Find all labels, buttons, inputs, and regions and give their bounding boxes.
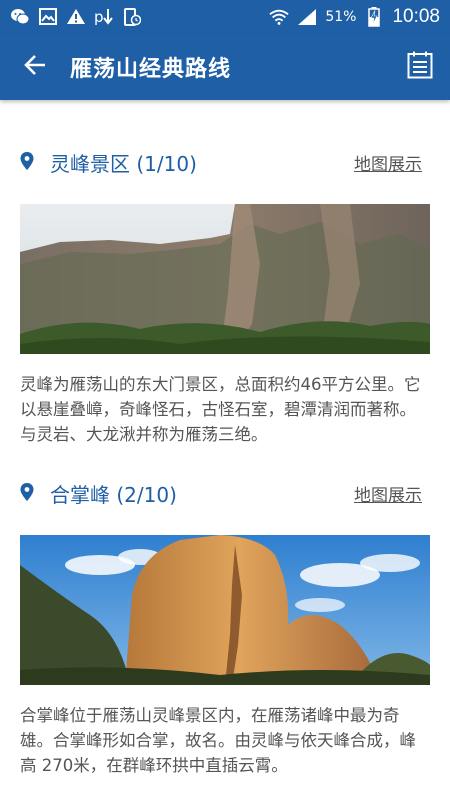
status-right-icons: 51% 10:08 [269,6,440,28]
list-item: 合掌峰 (2/10) 地图展示 合掌峰位于雁荡山灵峰景区内，在雁荡诸峰中最为奇雄… [0,450,450,800]
list-item: 灵峰景区 (1/10) 地图展示 灵峰为雁荡山的东大门景区，总面积约46平方公里… [0,100,450,450]
calendar-list-icon [407,51,433,83]
cliff-landscape-photo[interactable] [20,204,430,354]
clock-time: 10:08 [392,5,440,27]
calendar-list-button[interactable] [390,33,450,100]
spot-title: 合掌峰 (2/10) [50,482,177,507]
rock-peak-photo[interactable] [20,535,430,685]
status-left-icons: p [10,7,142,26]
app-bar: 雁荡山经典路线 [0,33,450,100]
phone-clock-icon [122,7,142,26]
status-bar: p 51% 10:08 [0,0,450,33]
location-pin-icon [20,483,36,503]
arrow-left-icon [23,53,47,81]
wechat-icon [10,8,30,26]
spot-description: 灵峰为雁荡山的东大门景区，总面积约46平方公里。它以悬崖叠嶂，奇峰怪石，古怪石室… [20,375,421,444]
spot-header: 灵峰景区 (1/10) 地图展示 [20,147,430,177]
download-icon: p [94,8,114,26]
spot-title-wrap: 灵峰景区 (1/10) [20,148,197,177]
battery-percent: 51% [325,8,357,25]
signal-icon [297,8,317,26]
location-pin-icon [20,152,36,172]
spot-header: 合掌峰 (2/10) 地图展示 [20,478,430,508]
wifi-icon [269,8,289,26]
spot-title: 灵峰景区 (1/10) [50,151,197,176]
back-button[interactable] [0,33,70,100]
map-view-link[interactable]: 地图展示 [354,150,430,175]
image-icon [38,8,58,26]
spot-description: 合掌峰位于雁荡山灵峰景区内，在雁荡诸峰中最为奇雄。合掌峰形如合掌，故名。由灵峰与… [20,706,416,775]
spot-title-wrap: 合掌峰 (2/10) [20,479,177,508]
battery-charging-icon [364,6,384,27]
map-view-link[interactable]: 地图展示 [354,481,430,506]
page-title: 雁荡山经典路线 [70,56,232,82]
warning-icon [66,8,86,26]
svg-text:p: p [94,8,104,25]
route-list[interactable]: 灵峰景区 (1/10) 地图展示 灵峰为雁荡山的东大门景区，总面积约46平方公里… [0,100,450,800]
